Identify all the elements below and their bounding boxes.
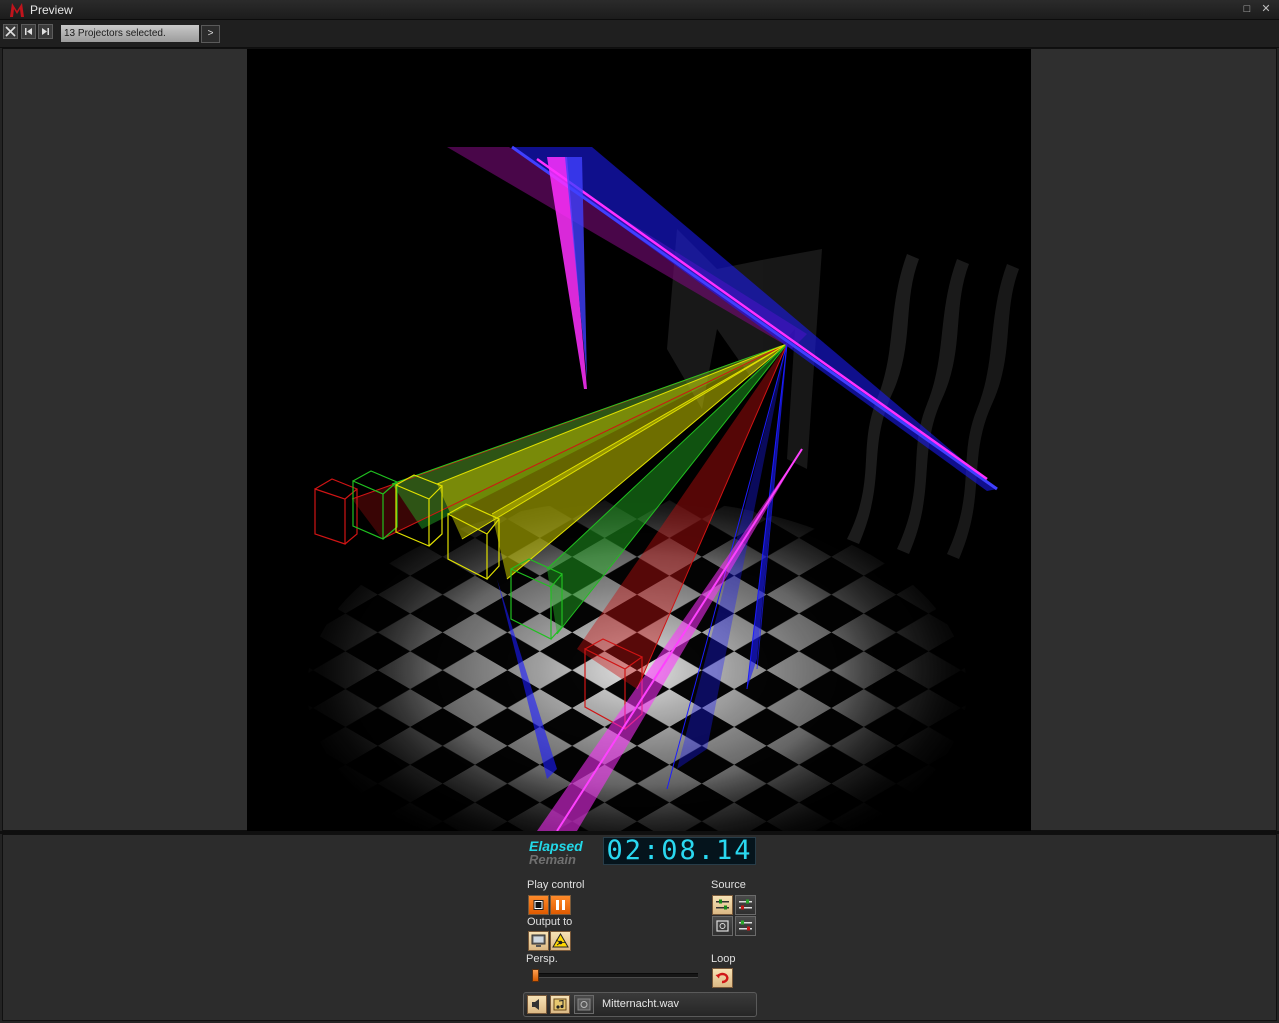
loop-icon xyxy=(715,972,729,984)
laser-3d-viewport[interactable] xyxy=(247,49,1031,831)
monitor-icon xyxy=(531,934,546,947)
source-label: Source xyxy=(711,879,746,891)
screen-capture-icon xyxy=(716,920,729,932)
dmx-sliders-icon xyxy=(739,920,752,931)
open-audio-file-button[interactable] xyxy=(550,995,570,1014)
projector-menu-button[interactable]: > xyxy=(201,25,220,43)
audio-enable-button[interactable] xyxy=(527,995,547,1014)
checker-floor xyxy=(307,479,1007,831)
pause-icon xyxy=(556,900,565,910)
projector-selection-field[interactable]: 13 Projectors selected. xyxy=(61,25,199,42)
x-icon xyxy=(5,26,16,37)
maximize-icon[interactable]: □ xyxy=(1240,2,1254,16)
previous-projector-button[interactable] xyxy=(21,24,36,39)
remain-mode-label[interactable]: Remain xyxy=(529,852,576,867)
source-sequencer-button[interactable] xyxy=(712,895,733,915)
source-dmx-button[interactable] xyxy=(735,916,756,936)
source-screen-button[interactable] xyxy=(712,916,733,936)
loop-label: Loop xyxy=(711,953,736,965)
persp-slider-thumb[interactable] xyxy=(532,969,539,982)
window-title: Preview xyxy=(30,3,73,17)
persp-label: Persp. xyxy=(526,953,558,965)
deselect-button[interactable] xyxy=(3,24,18,39)
loop-button[interactable] xyxy=(712,968,733,988)
audio-settings-button[interactable] xyxy=(574,995,594,1014)
music-note-icon xyxy=(553,998,567,1011)
speaker-icon xyxy=(532,999,539,1010)
output-to-label: Output to xyxy=(527,916,573,928)
audio-file-name: Mitternacht.wav xyxy=(602,998,680,1010)
sliders-icon xyxy=(716,899,729,910)
pause-button[interactable] xyxy=(550,895,571,915)
laser-warning-icon xyxy=(552,932,569,948)
source-live-button[interactable] xyxy=(735,895,756,915)
skip-forward-icon xyxy=(42,28,49,35)
close-window-icon[interactable]: ✕ xyxy=(1259,2,1273,16)
time-display: 02:08.14 xyxy=(603,837,756,865)
skip-back-icon xyxy=(25,28,32,35)
stop-icon xyxy=(533,900,544,910)
audio-device-icon xyxy=(577,998,591,1011)
app-logo-icon xyxy=(10,3,24,17)
output-laser-button[interactable] xyxy=(550,931,571,951)
stop-button[interactable] xyxy=(528,895,549,915)
persp-slider-track[interactable] xyxy=(533,973,698,978)
play-control-label: Play control xyxy=(527,879,585,891)
title-bar: Preview □ ✕ xyxy=(0,0,1279,20)
laser-scene-graphic xyxy=(307,145,1019,831)
toolbar: 13 Projectors selected. > xyxy=(0,20,1279,48)
output-preview-button[interactable] xyxy=(528,931,549,951)
sliders-alt-icon xyxy=(739,899,752,910)
next-projector-button[interactable] xyxy=(38,24,53,39)
